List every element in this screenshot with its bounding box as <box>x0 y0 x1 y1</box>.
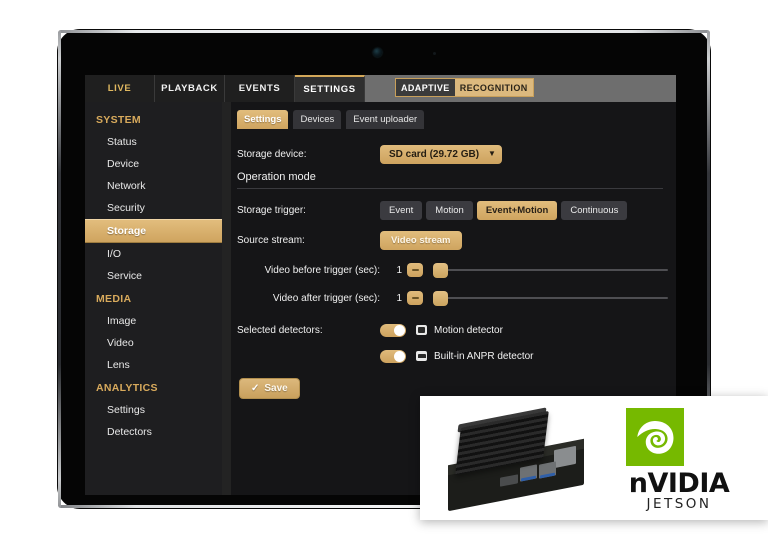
video-after-trigger-label: Video after trigger (sec): <box>272 292 380 304</box>
front-camera-icon <box>373 48 382 57</box>
sidebar-item-service[interactable]: Service <box>85 265 222 287</box>
storage-trigger-label: Storage trigger: <box>237 204 306 216</box>
operation-mode-title: Operation mode <box>237 171 316 183</box>
jetson-board-image <box>442 407 592 512</box>
storage-device-value: SD card (29.72 GB) <box>389 148 480 160</box>
save-button[interactable]: ✓ Save <box>239 378 300 399</box>
nvidia-wordmark-prefix: n <box>628 468 648 499</box>
video-before-slider-track <box>446 269 668 271</box>
sidebar-item-image[interactable]: Image <box>85 310 222 332</box>
trigger-option-continuous[interactable]: Continuous <box>561 200 628 220</box>
sidebar-item-detectors[interactable]: Detectors <box>85 421 222 443</box>
storage-trigger-group: Event Motion Event+Motion Continuous <box>380 200 628 220</box>
jetson-product-label: JETSON <box>646 496 712 512</box>
sidebar-item-device[interactable]: Device <box>85 153 222 175</box>
video-after-trigger-row: Video after trigger (sec): 1 <box>237 285 676 311</box>
tab-events[interactable]: EVENTS <box>225 75 295 102</box>
video-after-slider[interactable] <box>433 290 668 306</box>
trigger-option-event-motion[interactable]: Event+Motion <box>476 200 558 220</box>
video-before-trigger-row: Video before trigger (sec): 1 <box>237 257 676 283</box>
sidebar-item-video[interactable]: Video <box>85 332 222 354</box>
nvidia-wordmark: nVIDIA <box>608 470 750 497</box>
sidebar-group-analytics: ANALYTICS <box>96 382 158 394</box>
source-stream-label: Source stream: <box>237 234 305 246</box>
motion-detector-icon <box>416 325 427 335</box>
storage-device-select[interactable]: SD card (29.72 GB) ▼ <box>380 144 502 164</box>
detectors-row-1: Selected detectors: Motion detector <box>237 317 676 343</box>
main-tab-bar: LIVE PLAYBACK EVENTS SETTINGS <box>85 75 676 102</box>
sidebar-item-security[interactable]: Security <box>85 197 222 219</box>
video-before-decrement-button[interactable] <box>407 263 423 277</box>
video-after-slider-thumb[interactable] <box>433 291 448 306</box>
check-icon: ✓ <box>251 382 260 394</box>
sensor-dot-icon <box>433 52 436 55</box>
sidebar-item-analytics-settings[interactable]: Settings <box>85 399 222 421</box>
sub-tab-bar: Settings Devices Event uploader <box>237 110 425 129</box>
sidebar-item-lens[interactable]: Lens <box>85 354 222 376</box>
sidebar-nav: SYSTEM Status Device Network Security St… <box>85 102 222 495</box>
sidebar-item-storage[interactable]: Storage <box>85 219 222 243</box>
trigger-option-motion[interactable]: Motion <box>426 200 473 220</box>
sidebar-item-io[interactable]: I/O <box>85 243 222 265</box>
tablet-bezel-left <box>58 30 61 508</box>
selected-detectors-label: Selected detectors: <box>237 324 323 336</box>
storage-device-label: Storage device: <box>237 148 307 160</box>
video-after-decrement-button[interactable] <box>407 291 423 305</box>
sidebar-item-network[interactable]: Network <box>85 175 222 197</box>
motion-detector-label: Motion detector <box>434 324 503 336</box>
tab-playback[interactable]: PLAYBACK <box>155 75 225 102</box>
sidebar-group-media: MEDIA <box>96 293 132 305</box>
motion-detector-toggle[interactable] <box>380 323 406 337</box>
video-before-trigger-label: Video before trigger (sec): <box>264 264 380 276</box>
nvidia-wordmark-rest: VIDIA <box>647 468 730 499</box>
subtab-devices[interactable]: Devices <box>293 110 342 129</box>
video-before-slider[interactable] <box>433 262 668 278</box>
source-stream-row: Source stream: Video stream <box>237 227 676 253</box>
trigger-option-event[interactable]: Event <box>380 200 423 220</box>
video-before-slider-thumb[interactable] <box>433 263 448 278</box>
anpr-detector-toggle[interactable] <box>380 349 406 363</box>
tab-settings[interactable]: SETTINGS <box>295 75 365 102</box>
tab-live[interactable]: LIVE <box>85 75 155 102</box>
source-stream-button[interactable]: Video stream <box>380 230 462 250</box>
subtab-settings[interactable]: Settings <box>237 110 289 129</box>
nvidia-jetson-card: nVIDIA JETSON <box>420 396 768 520</box>
brand-logo: ADAPTIVE RECOGNITION <box>395 78 534 97</box>
toggle-knob <box>394 324 405 336</box>
save-button-label: Save <box>264 383 288 394</box>
sidebar-item-status[interactable]: Status <box>85 131 222 153</box>
video-after-slider-track <box>446 297 668 299</box>
section-divider <box>237 188 663 189</box>
sidebar-group-system: SYSTEM <box>96 114 141 126</box>
toggle-knob <box>394 350 405 362</box>
brand-adaptive: ADAPTIVE <box>396 79 455 96</box>
screenshot-stage: LIVE PLAYBACK EVENTS SETTINGS ADAPTIVE R… <box>0 0 768 556</box>
storage-device-row: Storage device: SD card (29.72 GB) ▼ <box>237 141 676 167</box>
video-before-trigger-value: 1 <box>396 264 402 276</box>
settings-panel: Storage device: SD card (29.72 GB) ▼ Ope… <box>231 131 676 406</box>
storage-trigger-row: Storage trigger: Event Motion Event+Moti… <box>237 197 676 223</box>
subtab-event-uploader[interactable]: Event uploader <box>346 110 425 129</box>
nvidia-eye-icon <box>637 421 674 454</box>
anpr-detector-icon <box>416 351 427 361</box>
chevron-down-icon: ▼ <box>488 149 496 158</box>
detectors-row-2: Built-in ANPR detector <box>237 343 676 369</box>
video-after-trigger-value: 1 <box>396 292 402 304</box>
brand-recognition: RECOGNITION <box>454 79 533 96</box>
tablet-bezel-top <box>58 30 710 33</box>
anpr-detector-label: Built-in ANPR detector <box>434 350 534 362</box>
